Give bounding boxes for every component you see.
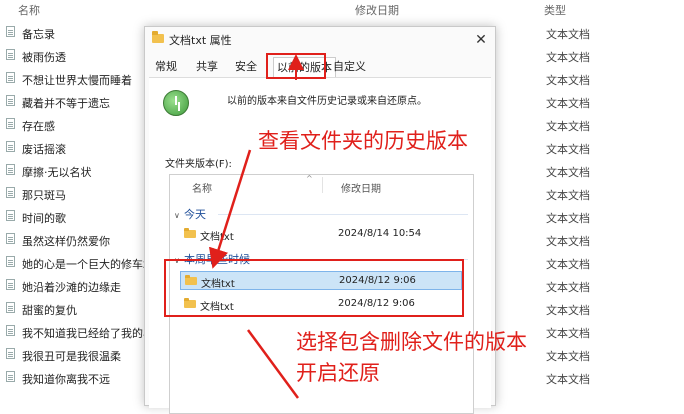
file-type: 文本文档 [546,97,590,110]
tab-sharing[interactable]: 共享 [196,57,218,77]
file-type: 文本文档 [546,212,590,225]
text-file-icon [6,95,15,106]
folder-versions-label: 文件夹版本(F): [165,159,232,170]
file-type: 文本文档 [546,74,590,87]
text-file-icon [6,233,15,244]
versions-column-date[interactable]: 修改日期 [341,180,381,195]
dialog-title: 文档txt 属性 [169,34,232,47]
file-name: 我知道你离我不远 [22,373,110,386]
column-divider[interactable] [322,177,323,193]
file-name: 存在感 [22,120,55,133]
close-icon[interactable]: ✕ [471,30,491,50]
folder-icon [152,31,164,43]
dialog-titlebar[interactable]: 文档txt 属性 ✕ [145,27,495,53]
text-file-icon [6,325,15,336]
text-file-icon [6,187,15,198]
text-file-icon [6,164,15,175]
file-name: 被雨伤透 [22,51,66,64]
file-type: 文本文档 [546,350,590,363]
group-label: 今天 [184,208,206,221]
restore-icon [163,90,189,116]
file-type: 文本文档 [546,373,590,386]
folder-icon [184,228,196,238]
text-file-icon [6,210,15,221]
tab-general[interactable]: 常规 [155,57,177,77]
column-name[interactable]: 名称 [18,2,40,18]
file-name: 她的心是一个巨大的修车场 [22,258,154,271]
text-file-icon [6,279,15,290]
text-file-icon [6,26,15,37]
text-file-icon [6,371,15,382]
file-type: 文本文档 [546,120,590,133]
column-date[interactable]: 修改日期 [355,2,399,18]
file-type: 文本文档 [546,304,590,317]
file-type: 文本文档 [546,235,590,248]
version-row[interactable]: 文档txt 2024/8/14 10:54 [180,225,462,244]
annotation-view-history: 查看文件夹的历史版本 [258,129,468,153]
file-name: 废话摇滚 [22,143,66,156]
file-name: 我很丑可是我很温柔 [22,350,121,363]
text-file-icon [6,141,15,152]
file-name: 那只斑马 [22,189,66,202]
text-file-icon [6,49,15,60]
chevron-down-icon: ∨ [174,211,180,220]
version-name: 文档txt [200,232,234,243]
sort-ascending-icon: ^ [306,174,313,183]
file-name: 藏着并不等于遗忘 [22,97,110,110]
tab-highlight-box [266,53,326,79]
file-type: 文本文档 [546,166,590,179]
panel-description: 以前的版本来自文件历史记录或来自还原点。 [227,96,427,107]
annotation-restore: 开启还原 [296,361,380,385]
group-divider [218,214,468,215]
file-name: 她沿着沙滩的边缘走 [22,281,121,294]
versions-column-name[interactable]: 名称 [192,180,212,195]
group-today[interactable]: ∨ 今天 [174,206,206,222]
text-file-icon [6,72,15,83]
text-file-icon [6,256,15,267]
file-type: 文本文档 [546,281,590,294]
text-file-icon [6,348,15,359]
annotation-select-version: 选择包含删除文件的版本 [296,330,527,354]
text-file-icon [6,118,15,129]
file-type: 文本文档 [546,143,590,156]
file-name: 虽然这样仍然爱你 [22,235,110,248]
explorer-column-header: 名称 修改日期 类型 [0,0,684,18]
file-type: 文本文档 [546,51,590,64]
tab-customize[interactable]: 自定义 [333,57,366,77]
file-type: 文本文档 [546,258,590,271]
file-type: 文本文档 [546,327,590,340]
text-file-icon [6,302,15,313]
file-name: 不想让世界太慢而睡着 [22,74,132,87]
file-name: 甜蜜的复仇 [22,304,77,317]
version-date: 2024/8/14 10:54 [338,228,422,239]
tab-security[interactable]: 安全 [235,57,257,77]
file-name: 摩擦·无以名状 [22,166,92,179]
file-type: 文本文档 [546,189,590,202]
file-type: 文本文档 [546,28,590,41]
file-name: 时间的歌 [22,212,66,225]
version-highlight-box [164,259,464,317]
column-type[interactable]: 类型 [544,2,566,18]
file-name: 备忘录 [22,28,55,41]
